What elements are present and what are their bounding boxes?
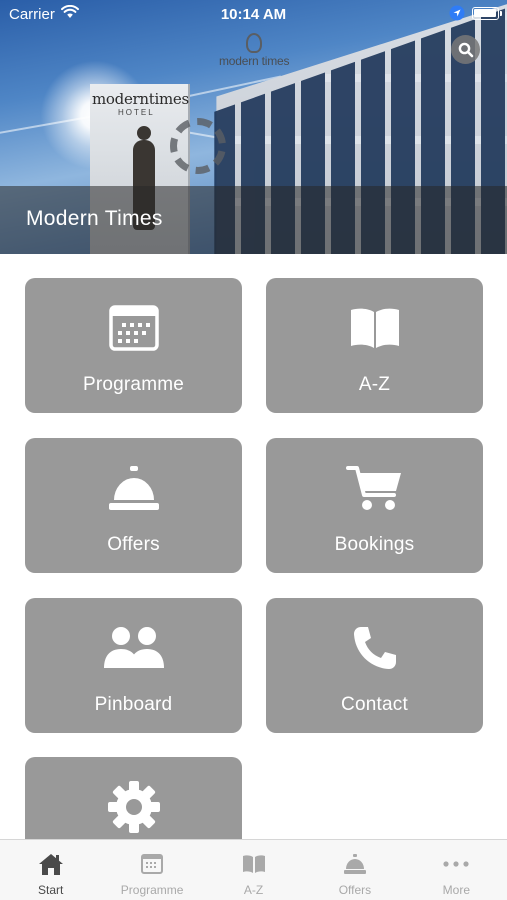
- tile-label: Offers: [107, 534, 160, 555]
- hero-title: Modern Times: [26, 207, 163, 230]
- hero-sign-text: moderntimes: [92, 90, 189, 108]
- battery-cap: [500, 11, 502, 16]
- home-icon: [0, 851, 101, 877]
- users-icon: [25, 622, 242, 674]
- phone-icon: [266, 622, 483, 674]
- tile-label: A-Z: [358, 374, 391, 395]
- search-button[interactable]: [451, 35, 480, 64]
- tab-label: Offers: [338, 883, 372, 897]
- tile-label: Programme: [82, 374, 185, 395]
- clock-label: 10:14 AM: [220, 6, 287, 23]
- battery-icon: [472, 7, 499, 20]
- tile-offers[interactable]: Offers: [25, 438, 242, 573]
- calendar-icon: [25, 302, 242, 354]
- hotel-logo-icon: [246, 33, 262, 53]
- tab-label: More: [442, 883, 470, 897]
- book-icon: [203, 851, 304, 877]
- tile-label: Contact: [341, 694, 408, 715]
- tab-label: Start: [38, 883, 64, 897]
- tile-pinboard[interactable]: Pinboard: [25, 598, 242, 733]
- shopping-cart-icon: [266, 462, 483, 514]
- tab-programme[interactable]: Programme: [101, 840, 202, 900]
- tab-bar: Start Programme A-Z Offers More: [0, 839, 507, 900]
- tab-label: Programme: [120, 883, 184, 897]
- location-arrow-icon: [449, 5, 465, 25]
- hotel-logo-text: modern times: [219, 54, 290, 68]
- hero-banner: moderntimes HOTEL modern times Modern Ti…: [0, 0, 507, 254]
- hero-gear-sculpture: [170, 118, 226, 174]
- tile-label: Bookings: [334, 534, 415, 555]
- book-icon: [266, 302, 483, 354]
- tab-a-z[interactable]: A-Z: [203, 840, 304, 900]
- calendar-icon: [101, 851, 202, 877]
- tab-label: A-Z: [243, 883, 264, 897]
- tile-label: Pinboard: [94, 694, 173, 715]
- gear-icon: [25, 781, 242, 833]
- tile-bookings[interactable]: Bookings: [266, 438, 483, 573]
- more-dots-icon: [406, 851, 507, 877]
- service-bell-icon: [304, 851, 405, 877]
- status-bar: Carrier 10:14 AM: [0, 0, 507, 30]
- hero-sign-subtext: HOTEL: [118, 108, 155, 117]
- tile-programme[interactable]: Programme: [25, 278, 242, 413]
- service-bell-icon: [25, 462, 242, 514]
- tab-more[interactable]: More: [406, 840, 507, 900]
- tile-a-z[interactable]: A-Z: [266, 278, 483, 413]
- search-icon: [458, 42, 473, 57]
- battery-level: [474, 9, 496, 17]
- tile-contact[interactable]: Contact: [266, 598, 483, 733]
- tab-offers[interactable]: Offers: [304, 840, 405, 900]
- tab-start[interactable]: Start: [0, 840, 101, 900]
